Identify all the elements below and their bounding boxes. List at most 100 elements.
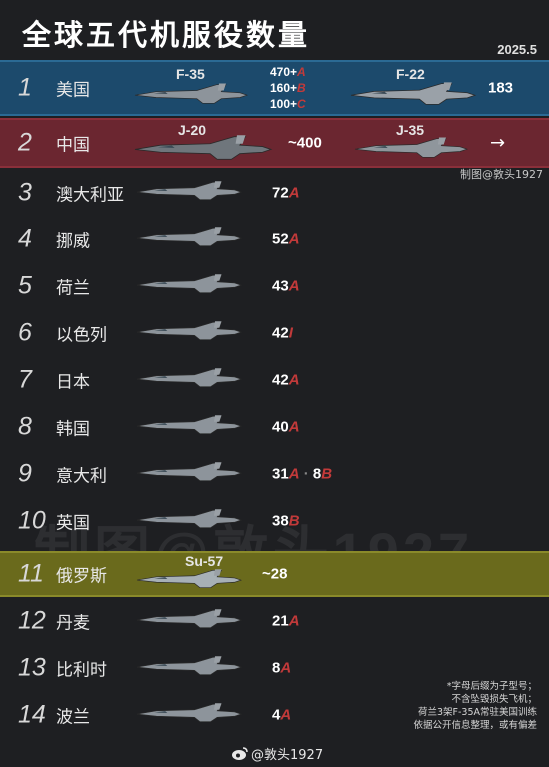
rank-number: 11 bbox=[18, 559, 44, 588]
footnote: *字母后缀为子型号； 不含坠毁损失飞机； 荷兰3架F-35A常驻美国训练 依据公… bbox=[413, 680, 537, 732]
fighter-jet-icon bbox=[136, 703, 243, 722]
fighter-jet-icon bbox=[354, 137, 469, 158]
fighter-jet-icon bbox=[350, 82, 477, 105]
count-value: 470+ bbox=[270, 65, 298, 79]
aircraft-count: 42A bbox=[272, 372, 300, 389]
fighter-jet-icon bbox=[134, 135, 273, 160]
rank-number: 12 bbox=[18, 606, 46, 635]
variant-letter: I bbox=[288, 324, 293, 342]
rank-number: 3 bbox=[18, 178, 32, 207]
aircraft-image bbox=[134, 566, 244, 596]
count-value: 183 bbox=[488, 79, 514, 97]
variant-letter: A bbox=[288, 371, 300, 389]
variant-letter: A bbox=[288, 418, 300, 436]
aircraft-image bbox=[134, 459, 244, 489]
aircraft-count: 8A bbox=[272, 660, 291, 677]
ranking-row: 5 荷兰 43A bbox=[0, 263, 549, 309]
fighter-jet-icon bbox=[136, 368, 243, 387]
ranking-row: 4 挪威 52A bbox=[0, 216, 549, 262]
variant-letter: B bbox=[321, 465, 333, 483]
aircraft-image bbox=[132, 80, 250, 112]
aircraft-count: 72A bbox=[272, 185, 300, 202]
rank-number: 1 bbox=[18, 73, 32, 102]
footnote-line: 不含坠毁损失飞机； bbox=[451, 694, 537, 705]
country-name: 韩国 bbox=[56, 419, 90, 440]
count-value: 8 bbox=[312, 465, 322, 483]
rank-number: 7 bbox=[18, 365, 32, 394]
aircraft-count: ~28 bbox=[262, 566, 287, 583]
footer-handle: @敦头1927 bbox=[251, 748, 324, 763]
variant-letter: A bbox=[288, 277, 300, 295]
rank-number: 13 bbox=[18, 653, 46, 682]
footnote-line: 荷兰3架F-35A常驻美国训练 bbox=[417, 707, 537, 718]
ranking-row: 2 中国 J-20 ~400 J-35 → bbox=[0, 118, 549, 168]
country-name: 以色列 bbox=[56, 325, 107, 346]
count-stack: 470+A 160+B 100+C bbox=[270, 64, 306, 112]
country-name: 丹麦 bbox=[56, 613, 90, 634]
variant-letter: A bbox=[297, 65, 306, 79]
ranking-row: 8 韩国 40A bbox=[0, 404, 549, 450]
aircraft-image bbox=[134, 365, 244, 395]
variant-letter: C bbox=[297, 97, 306, 111]
aircraft-image bbox=[352, 134, 470, 166]
count-value: 52 bbox=[272, 230, 289, 248]
count-line: 100+C bbox=[270, 96, 306, 112]
aircraft-image bbox=[132, 131, 274, 169]
ranking-row: 10 英国 38B bbox=[0, 498, 549, 544]
ranking-row: 11 俄罗斯 Su-57 ~28 bbox=[0, 551, 549, 597]
aircraft-count: 52A bbox=[272, 231, 300, 248]
variant-letter: A bbox=[280, 659, 292, 677]
aircraft-image bbox=[348, 79, 478, 114]
ranking-row: 9 意大利 31A · 8B bbox=[0, 451, 549, 497]
count-line: 160+B bbox=[270, 80, 306, 96]
country-name: 荷兰 bbox=[56, 278, 90, 299]
aircraft-image bbox=[134, 271, 244, 301]
variant-letter: A bbox=[288, 184, 300, 202]
rank-number: 8 bbox=[18, 412, 32, 441]
fighter-jet-icon bbox=[136, 274, 243, 293]
aircraft-count: 43A bbox=[272, 278, 300, 295]
country-name: 波兰 bbox=[56, 707, 90, 728]
aircraft-count: 42I bbox=[272, 325, 293, 342]
aircraft-count: 21A bbox=[272, 613, 300, 630]
count-value: 160+ bbox=[270, 81, 298, 95]
count-value: 100+ bbox=[270, 97, 298, 111]
country-name: 意大利 bbox=[56, 466, 107, 487]
variant-letter: B bbox=[297, 81, 306, 95]
rank-number: 10 bbox=[18, 506, 46, 535]
footnote-line: *字母后缀为子型号； bbox=[446, 681, 537, 692]
country-name: 美国 bbox=[56, 80, 90, 101]
variant-letter: A bbox=[288, 230, 300, 248]
aircraft-image bbox=[134, 412, 244, 442]
count-separator: · bbox=[299, 465, 313, 483]
country-name: 比利时 bbox=[56, 660, 107, 681]
fighter-jet-icon bbox=[136, 227, 243, 246]
fighter-jet-icon bbox=[136, 569, 243, 588]
fighter-jet-icon bbox=[136, 462, 243, 481]
count-value: 43 bbox=[272, 277, 289, 295]
aircraft-count: 4A bbox=[272, 707, 291, 724]
rank-number: 5 bbox=[18, 271, 32, 300]
aircraft-image bbox=[134, 224, 244, 254]
country-name: 挪威 bbox=[56, 231, 90, 252]
fighter-jet-icon bbox=[134, 83, 249, 104]
fighter-jet-icon bbox=[136, 181, 243, 200]
aircraft-count: 38B bbox=[272, 513, 300, 530]
rank-number: 6 bbox=[18, 318, 32, 347]
count-value: 40 bbox=[272, 418, 289, 436]
chart-title: 全球五代机服役数量 bbox=[22, 18, 311, 52]
aircraft-count: 183 bbox=[488, 80, 513, 97]
aircraft-image bbox=[134, 506, 244, 536]
aircraft-image bbox=[134, 318, 244, 348]
ranking-row: 3 澳大利亚 72A bbox=[0, 170, 549, 216]
count-value: 31 bbox=[272, 465, 289, 483]
rank-number: 14 bbox=[18, 700, 46, 729]
weibo-icon bbox=[232, 746, 248, 765]
aircraft-image bbox=[134, 178, 244, 208]
ranking-row: 6 以色列 42I bbox=[0, 310, 549, 356]
fighter-jet-icon bbox=[136, 321, 243, 340]
fighter-jet-icon bbox=[136, 656, 243, 675]
count-value: 42 bbox=[272, 324, 289, 342]
count-value: 42 bbox=[272, 371, 289, 389]
footer: @敦头1927 bbox=[232, 744, 323, 765]
